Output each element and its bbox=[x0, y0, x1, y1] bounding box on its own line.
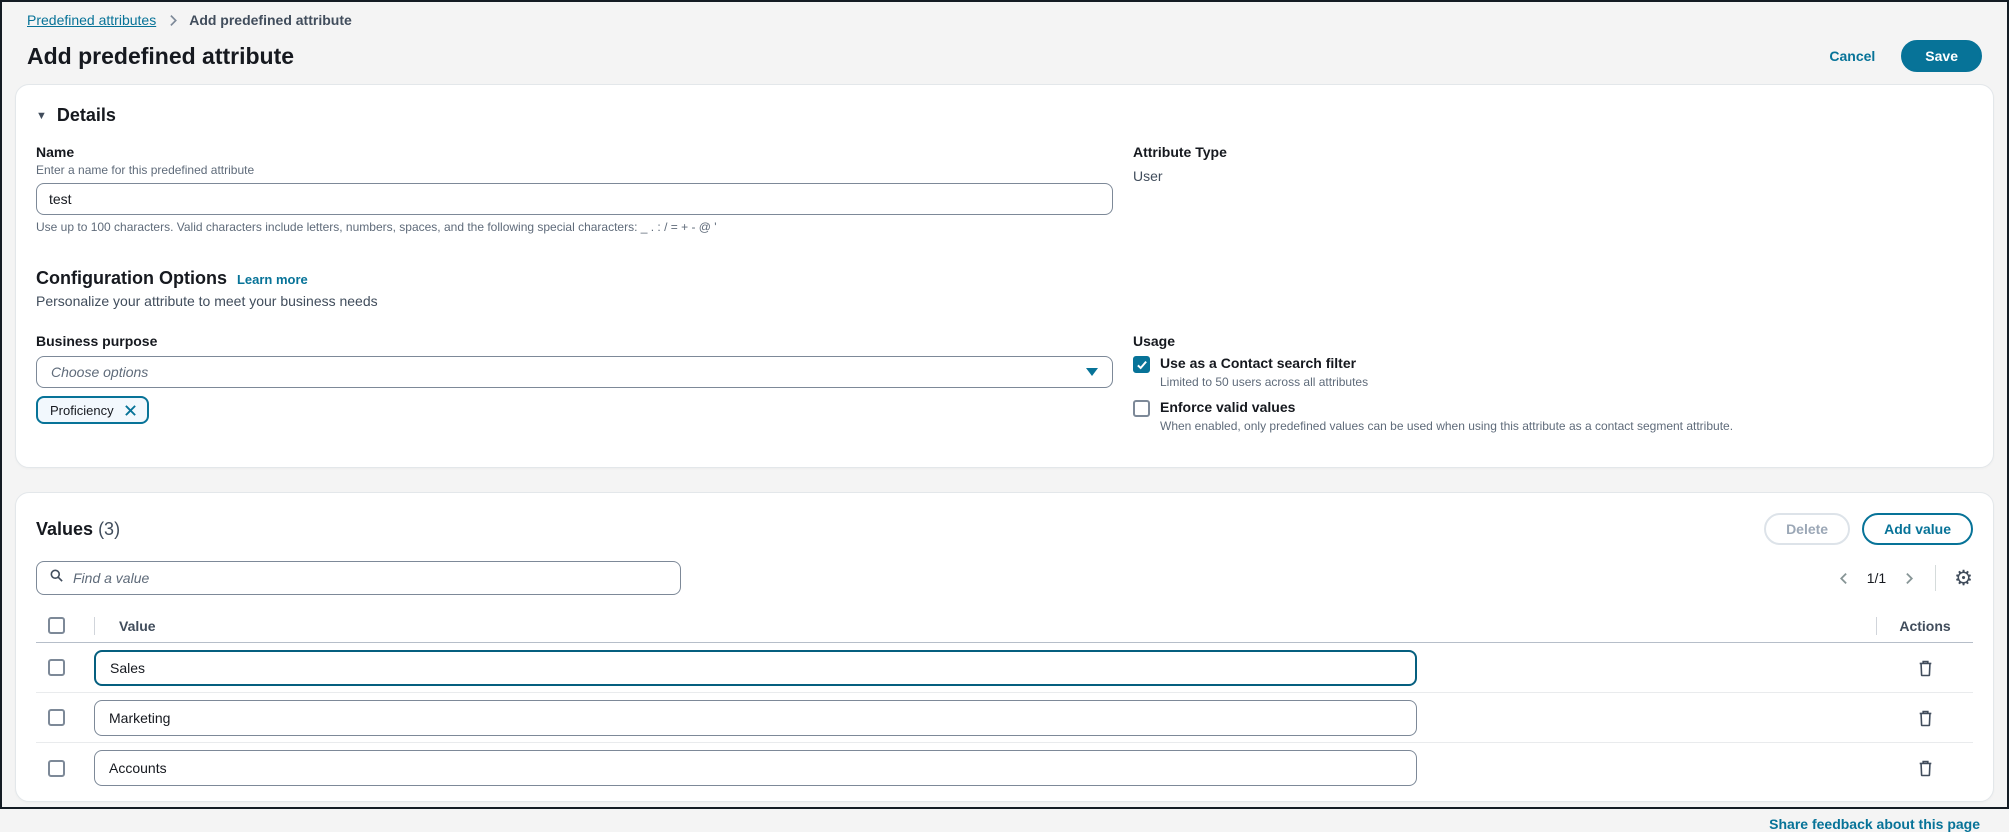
selected-tag-proficiency: Proficiency bbox=[36, 396, 149, 424]
table-row bbox=[36, 693, 1973, 743]
add-value-button[interactable]: Add value bbox=[1862, 513, 1973, 545]
page-header: Add predefined attribute Cancel Save bbox=[15, 40, 1994, 72]
checkbox-unchecked[interactable] bbox=[1133, 400, 1150, 417]
breadcrumb-current: Add predefined attribute bbox=[189, 12, 352, 28]
value-input-accounts[interactable] bbox=[94, 750, 1417, 786]
name-input[interactable] bbox=[36, 183, 1113, 215]
values-card: Values (3) Delete Add value 1/1 bbox=[15, 492, 1994, 802]
values-header: Values (3) Delete Add value bbox=[36, 513, 1973, 545]
column-header-value[interactable]: Value bbox=[95, 618, 1876, 634]
chevron-right-icon bbox=[166, 14, 179, 27]
values-toolbar: 1/1 ⚙ bbox=[36, 561, 1973, 595]
business-purpose-block: Business purpose Choose options Proficie… bbox=[36, 333, 1113, 443]
table-row bbox=[36, 743, 1973, 793]
tag-label: Proficiency bbox=[50, 403, 114, 418]
usage-block: Usage Use as a Contact search filter Lim… bbox=[1133, 333, 1973, 443]
values-title-text: Values bbox=[36, 519, 93, 539]
configuration-title: Configuration Options bbox=[36, 268, 227, 289]
checkbox-description: When enabled, only predefined values can… bbox=[1160, 419, 1973, 433]
page: Predefined attributes Add predefined att… bbox=[2, 2, 2007, 832]
values-title: Values (3) bbox=[36, 519, 120, 540]
delete-button[interactable]: Delete bbox=[1764, 513, 1850, 545]
checkbox-label[interactable]: Use as a Contact search filter bbox=[1160, 355, 1356, 371]
name-constraint: Use up to 100 characters. Valid characte… bbox=[36, 220, 1113, 234]
settings-gear-icon[interactable]: ⚙ bbox=[1954, 568, 1973, 589]
row-checkbox[interactable] bbox=[48, 760, 65, 777]
save-button[interactable]: Save bbox=[1901, 40, 1982, 72]
delete-row-trash-icon[interactable] bbox=[1917, 709, 1934, 727]
details-card: ▼ Details Name Enter a name for this pre… bbox=[15, 84, 1994, 468]
column-header-actions: Actions bbox=[1877, 618, 1973, 634]
name-description: Enter a name for this predefined attribu… bbox=[36, 163, 1113, 177]
table-row bbox=[36, 643, 1973, 693]
breadcrumb-link-predefined-attributes[interactable]: Predefined attributes bbox=[27, 12, 156, 28]
breadcrumb: Predefined attributes Add predefined att… bbox=[15, 10, 1994, 28]
page-title: Add predefined attribute bbox=[27, 43, 294, 70]
checkbox-checked[interactable] bbox=[1133, 356, 1150, 373]
select-all-checkbox[interactable] bbox=[48, 617, 65, 634]
delete-row-trash-icon[interactable] bbox=[1917, 759, 1934, 777]
header-actions: Cancel Save bbox=[1829, 40, 1982, 72]
row-checkbox[interactable] bbox=[48, 659, 65, 676]
table-header: Value Actions bbox=[36, 609, 1973, 643]
values-table: Value Actions bbox=[36, 609, 1973, 793]
business-purpose-select[interactable]: Choose options bbox=[36, 356, 1113, 388]
usage-option-contact-search: Use as a Contact search filter bbox=[1133, 355, 1973, 373]
value-search bbox=[36, 561, 681, 595]
details-section-header[interactable]: ▼ Details bbox=[36, 105, 1973, 126]
attribute-type-value: User bbox=[1133, 168, 1973, 184]
usage-label: Usage bbox=[1133, 333, 1973, 349]
page-prev-icon[interactable] bbox=[1836, 570, 1853, 587]
business-purpose-label: Business purpose bbox=[36, 333, 1113, 349]
details-section-title: Details bbox=[57, 105, 116, 126]
value-input-sales[interactable] bbox=[94, 650, 1417, 686]
name-label: Name bbox=[36, 144, 1113, 160]
values-actions: Delete Add value bbox=[1764, 513, 1973, 545]
checkbox-description: Limited to 50 users across all attribute… bbox=[1160, 375, 1973, 389]
delete-row-trash-icon[interactable] bbox=[1917, 659, 1934, 677]
usage-option-enforce-valid: Enforce valid values bbox=[1133, 399, 1973, 417]
values-count: (3) bbox=[98, 519, 120, 539]
name-field-block: Name Enter a name for this predefined at… bbox=[36, 144, 1113, 234]
configuration-subtitle: Personalize your attribute to meet your … bbox=[36, 293, 1973, 309]
attribute-type-label: Attribute Type bbox=[1133, 144, 1973, 160]
row-checkbox[interactable] bbox=[48, 709, 65, 726]
page-indicator: 1/1 bbox=[1867, 570, 1886, 586]
configuration-section-header: Configuration Options Learn more bbox=[36, 268, 1973, 289]
pagination: 1/1 ⚙ bbox=[1836, 565, 1973, 591]
search-icon bbox=[49, 568, 64, 588]
attribute-type-block: Attribute Type User bbox=[1133, 144, 1973, 234]
value-input-marketing[interactable] bbox=[94, 700, 1417, 736]
remove-tag-icon[interactable] bbox=[124, 404, 137, 417]
page-footer: Share feedback about this page bbox=[15, 802, 1994, 832]
share-feedback-link[interactable]: Share feedback about this page bbox=[1769, 816, 1980, 832]
checkbox-label[interactable]: Enforce valid values bbox=[1160, 399, 1295, 415]
business-purpose-placeholder: Choose options bbox=[51, 364, 148, 380]
search-input[interactable] bbox=[73, 570, 668, 586]
collapse-caret-icon: ▼ bbox=[36, 110, 47, 122]
cancel-button[interactable]: Cancel bbox=[1829, 48, 1875, 64]
page-next-icon[interactable] bbox=[1900, 570, 1917, 587]
learn-more-link[interactable]: Learn more bbox=[237, 272, 308, 287]
divider bbox=[1935, 565, 1936, 591]
dropdown-caret-icon bbox=[1086, 368, 1098, 376]
